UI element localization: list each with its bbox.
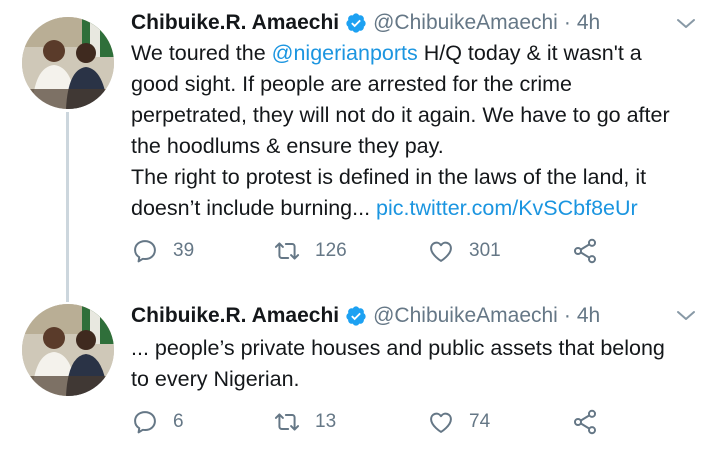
retweet-icon [274, 242, 300, 260]
reply-icon [134, 411, 156, 434]
tweet-actions: 6 13 74 [131, 407, 611, 437]
tweet-text-line: We toured the @nigerianports H/Q today &… [131, 38, 706, 69]
reply-button[interactable]: 6 [131, 407, 184, 437]
retweet-count: 126 [315, 240, 347, 261]
reply-count: 39 [173, 240, 195, 261]
like-count: 301 [469, 240, 501, 261]
retweet-button[interactable]: 126 [273, 236, 347, 266]
tweet-text-line: good sight. If people are arrested for t… [131, 72, 572, 96]
tweet-header: Chibuike.R. Amaechi @ChibuikeAmaechi · 4… [131, 8, 600, 38]
timestamp[interactable]: 4h [577, 11, 600, 35]
tweet-text-line: the hoodlums & ensure they pay. [131, 134, 444, 158]
like-count: 74 [469, 411, 491, 432]
tweet-text-line: perpetrated, they will not do it again. … [131, 103, 670, 127]
tweet-text: ... people’s private houses and public a… [131, 333, 706, 395]
caret-down-icon[interactable] [674, 12, 698, 36]
avatar-photo [22, 304, 114, 396]
tweet-text-line: ... people’s private houses and public a… [131, 336, 665, 360]
tweet[interactable]: Chibuike.R. Amaechi @ChibuikeAmaechi · 4… [0, 0, 720, 302]
reply-count: 6 [173, 411, 184, 432]
share-icon [573, 238, 597, 264]
like-icon [430, 412, 452, 433]
mention-link[interactable]: @nigerianports [272, 41, 418, 65]
verified-badge-icon [345, 12, 367, 34]
reply-icon [134, 240, 156, 263]
reply-button[interactable]: 39 [131, 236, 194, 266]
share-button[interactable] [571, 236, 613, 266]
author-handle[interactable]: @ChibuikeAmaechi [373, 304, 558, 328]
retweet-button[interactable]: 13 [273, 407, 336, 437]
separator-dot: · [563, 304, 571, 327]
author-name[interactable]: Chibuike.R. Amaechi [131, 304, 339, 328]
thread-connector-line [66, 112, 69, 302]
text-segment: We toured the [131, 41, 272, 65]
tweet-text-line: The right to protest is defined in the l… [131, 165, 647, 189]
tweet-actions: 39 126 301 [131, 236, 611, 266]
tweet-text: We toured the @nigerianports H/Q today &… [131, 38, 706, 224]
share-icon [573, 409, 597, 435]
verified-badge-icon [345, 305, 367, 327]
share-button[interactable] [571, 407, 613, 437]
retweet-icon [274, 413, 300, 431]
tweet-text-line: doesn’t include burning... pic.twitter.c… [131, 193, 706, 224]
avatar[interactable] [22, 304, 114, 396]
avatar[interactable] [22, 17, 114, 109]
like-icon [430, 241, 452, 262]
author-name[interactable]: Chibuike.R. Amaechi [131, 11, 339, 35]
author-handle[interactable]: @ChibuikeAmaechi [373, 11, 558, 35]
timestamp[interactable]: 4h [577, 304, 600, 328]
tweet[interactable]: Chibuike.R. Amaechi @ChibuikeAmaechi · 4… [0, 290, 720, 459]
retweet-count: 13 [315, 411, 337, 432]
avatar-photo [22, 17, 114, 109]
media-link[interactable]: pic.twitter.com/KvSCbf8eUr [376, 196, 638, 220]
text-segment: H/Q today & it wasn't a [417, 41, 642, 65]
separator-dot: · [563, 11, 571, 34]
tweet-header: Chibuike.R. Amaechi @ChibuikeAmaechi · 4… [131, 301, 600, 331]
tweet-text-line: to every Nigerian. [131, 367, 300, 391]
like-button[interactable]: 301 [427, 236, 501, 266]
caret-down-icon[interactable] [674, 304, 698, 328]
text-segment: doesn’t include burning... [131, 196, 377, 220]
like-button[interactable]: 74 [427, 407, 490, 437]
